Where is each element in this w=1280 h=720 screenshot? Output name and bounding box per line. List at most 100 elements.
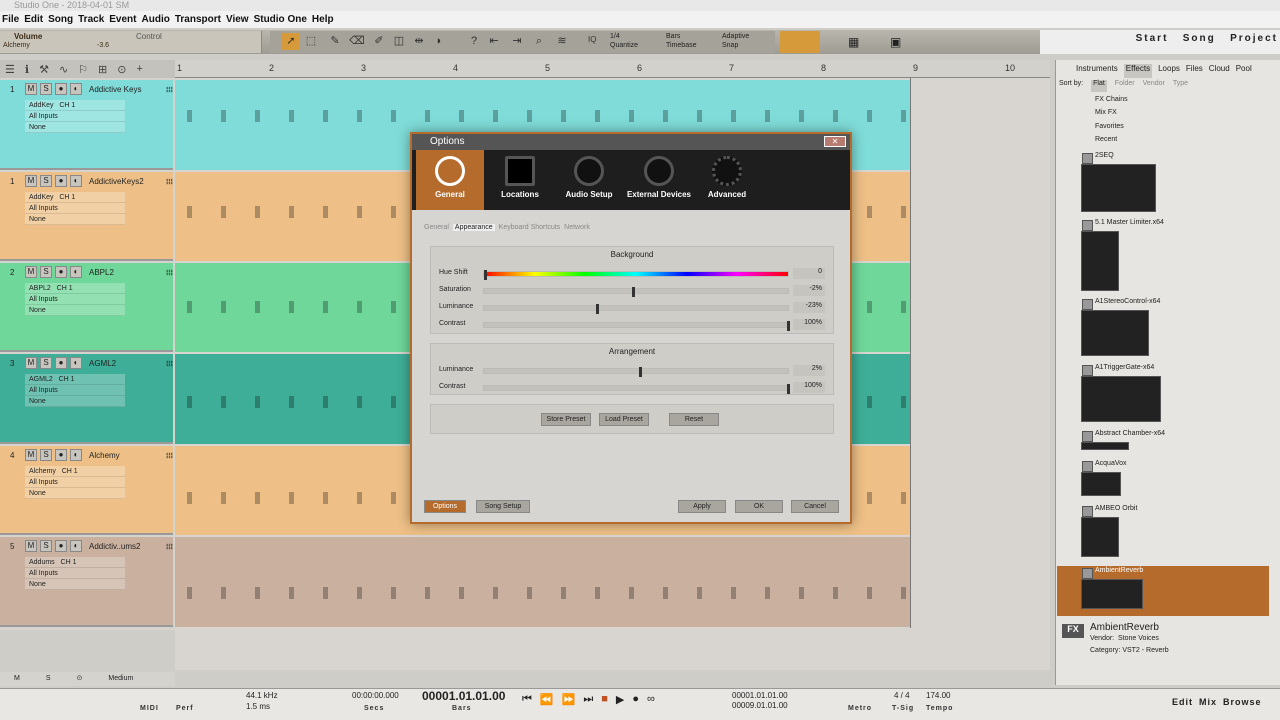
snap-selector[interactable]: Adaptive Snap <box>722 32 749 50</box>
menu-view[interactable]: View <box>226 14 249 25</box>
solo-button[interactable]: S <box>40 175 52 187</box>
track-header[interactable]: 1 M S ● ◐ Addictive Keys 𝍖 AddKey CH 1 A… <box>0 80 173 170</box>
timeline-ruler[interactable]: 1 2 3 4 5 6 7 8 9 10 <box>175 60 1050 78</box>
listen-tool-icon[interactable]: ◗ <box>430 33 448 50</box>
plugin-item[interactable]: Abstract Chamber-x64 <box>1080 430 1255 450</box>
tempo-value[interactable]: 174.00 <box>926 691 950 700</box>
split-tool-icon[interactable]: ✎ <box>326 33 344 50</box>
track-header[interactable]: 1 M S ● ◐ AddictiveKeys2 𝍖 AddKey CH 1 A… <box>0 172 173 261</box>
rewind-icon[interactable]: ⏪ <box>540 693 554 706</box>
menu-edit[interactable]: Edit <box>24 14 43 25</box>
track-name[interactable]: Addictive Keys <box>89 85 163 94</box>
track-size-select[interactable]: Medium <box>108 672 133 686</box>
instrument-select[interactable]: ABPL2 CH 1 <box>25 283 125 294</box>
instrument-select[interactable]: AddKey CH 1 <box>25 192 125 203</box>
eraser-tool-icon[interactable]: ⌫ <box>348 33 366 50</box>
tab-loops[interactable]: Loops <box>1158 64 1180 78</box>
record-icon[interactable]: ● <box>632 693 639 706</box>
keyboard-icon[interactable]: 𝍖 <box>166 542 173 551</box>
timebase-selector[interactable]: Bars Timebase <box>666 32 696 50</box>
loop-icon[interactable]: ∞ <box>647 693 655 706</box>
keyboard-icon[interactable]: 𝍖 <box>166 85 173 94</box>
stop-icon[interactable]: ■ <box>601 693 608 706</box>
output-select[interactable]: None <box>25 579 125 590</box>
subtab-network[interactable]: Network <box>564 224 590 231</box>
add-track-icon[interactable]: + <box>136 63 142 75</box>
instrument-select[interactable]: Addums CH 1 <box>25 557 125 568</box>
param-value-field[interactable]: 0 <box>793 268 825 279</box>
instrument-select[interactable]: Alchemy CH 1 <box>25 466 125 477</box>
arrow-tool-icon[interactable]: ➚ <box>282 33 300 50</box>
record-arm-icon[interactable]: ● <box>55 83 67 95</box>
input-select[interactable]: All Inputs <box>25 294 125 305</box>
mute-button[interactable]: M <box>25 540 37 552</box>
mute-button[interactable]: M <box>25 266 37 278</box>
sort-vendor[interactable]: Vendor <box>1143 80 1165 92</box>
tsig-value[interactable]: 4 / 4 <box>894 691 910 700</box>
mute-tool-icon[interactable]: ◫ <box>390 33 408 50</box>
monitor-icon[interactable]: ◐ <box>70 540 82 552</box>
edit-button[interactable]: Edit <box>1172 697 1193 707</box>
close-icon[interactable]: ✕ <box>824 136 846 147</box>
track-header[interactable]: 5 M S ● ◐ Addictiv..ums2 𝍖 Addums CH 1 A… <box>0 537 173 627</box>
subtab-general[interactable]: General <box>424 224 449 231</box>
options-footer-button[interactable]: Options <box>424 500 466 513</box>
track-name[interactable]: Addictiv..ums2 <box>89 542 163 551</box>
forward-end-icon[interactable]: ⏭ <box>583 693 593 706</box>
help-icon[interactable]: ? <box>465 33 483 50</box>
menu-track[interactable]: Track <box>78 14 104 25</box>
slider-handle[interactable] <box>787 384 790 394</box>
monitor-icon[interactable]: ◐ <box>70 175 82 187</box>
instrument-select[interactable]: AddKey CH 1 <box>25 100 125 111</box>
param-slider[interactable] <box>483 287 789 297</box>
output-select[interactable]: None <box>25 122 125 133</box>
track-header[interactable]: 3 M S ● ◐ AGML2 𝍖 AGML2 CH 1 All Inputs … <box>0 354 173 444</box>
global-mute-button[interactable]: M <box>14 672 20 686</box>
track-name[interactable]: Alchemy <box>89 451 163 460</box>
monitor-icon[interactable]: ◐ <box>70 266 82 278</box>
param-value-field[interactable]: -23% <box>793 302 825 313</box>
sort-folder[interactable]: Folder <box>1115 80 1135 92</box>
waveform-icon[interactable]: ≋ <box>553 33 571 50</box>
plugin-item[interactable]: 2SEQ <box>1080 152 1255 212</box>
bend-tool-icon[interactable]: ⇹ <box>410 33 428 50</box>
slider-handle[interactable] <box>787 321 790 331</box>
project-page-button[interactable]: Project <box>1230 33 1278 44</box>
list-icon[interactable]: ☰ <box>5 63 15 76</box>
keyboard-icon[interactable]: 𝍖 <box>166 177 173 186</box>
loop-end[interactable]: 00009.01.01.00 <box>732 701 788 710</box>
output-select[interactable]: None <box>25 305 125 316</box>
track-name[interactable]: AddictiveKeys2 <box>89 177 163 186</box>
slider-handle[interactable] <box>632 287 635 297</box>
mute-button[interactable]: M <box>25 449 37 461</box>
reset-button[interactable]: Reset <box>669 413 719 426</box>
autoscroll-toggle[interactable] <box>780 31 820 53</box>
category-fx-chains[interactable]: FX Chains <box>1075 93 1128 106</box>
param-value-field[interactable]: 2% <box>793 365 825 376</box>
slider-handle[interactable] <box>596 304 599 314</box>
browse-button[interactable]: Browse <box>1223 697 1262 707</box>
info-icon[interactable]: ℹ <box>25 63 29 76</box>
tab-pool[interactable]: Pool <box>1236 64 1252 78</box>
solo-button[interactable]: S <box>40 83 52 95</box>
tool-icon[interactable]: ⚒ <box>39 63 49 76</box>
track-name[interactable]: AGML2 <box>89 359 163 368</box>
plugin-item[interactable]: A1StereoControl-x64 <box>1080 298 1255 356</box>
cancel-button[interactable]: Cancel <box>791 500 839 513</box>
menu-audio[interactable]: Audio <box>142 14 170 25</box>
param-value-field[interactable]: 100% <box>793 382 825 393</box>
param-slider[interactable] <box>483 321 790 331</box>
track-header[interactable]: 4 M S ● ◐ Alchemy 𝍖 Alchemy CH 1 All Inp… <box>0 446 173 535</box>
perf-label[interactable]: Perf <box>176 705 194 712</box>
keyboard-icon[interactable]: 𝍖 <box>166 268 173 277</box>
slider-handle[interactable] <box>484 270 487 280</box>
record-arm-icon[interactable]: ● <box>55 449 67 461</box>
plugin-item[interactable]: AmbientReverb <box>1080 567 1255 609</box>
loop-start[interactable]: 00001.01.01.00 <box>732 691 788 700</box>
forward-icon[interactable]: ⏩ <box>562 693 576 706</box>
rewind-start-icon[interactable]: ⏮ <box>522 693 532 706</box>
tab-effects[interactable]: Effects <box>1123 64 1153 78</box>
inspector-strip[interactable]: Volume Control Alchemy -3.6 <box>0 31 262 53</box>
menu-file[interactable]: File <box>2 14 19 25</box>
track-header[interactable]: 2 M S ● ◐ ABPL2 𝍖 ABPL2 CH 1 All Inputs … <box>0 263 173 352</box>
